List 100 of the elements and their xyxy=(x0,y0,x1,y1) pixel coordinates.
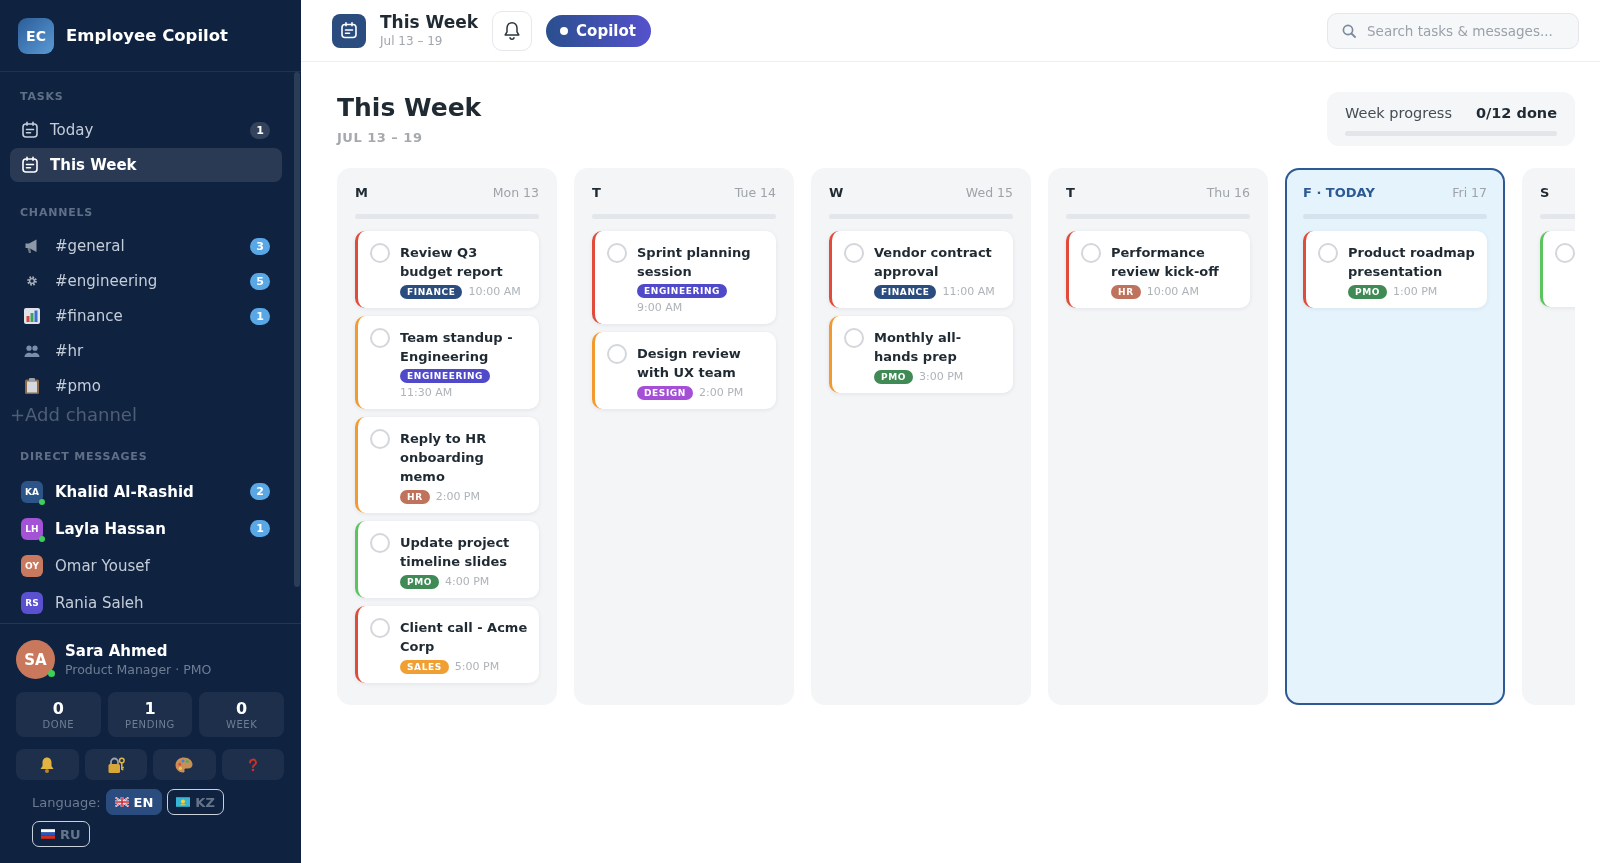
category-tag: SALES xyxy=(400,660,449,674)
date-range: Jul 13 – 19 xyxy=(380,33,444,49)
nav-item[interactable]: Today 1 xyxy=(10,113,282,147)
channel-item[interactable]: #engineering 5 xyxy=(10,264,282,298)
task-checkbox[interactable] xyxy=(1318,243,1338,263)
search-field[interactable]: Search tasks & messages... xyxy=(1327,12,1579,49)
task-time: 10:00 AM xyxy=(468,284,521,300)
task-time: 2:00 PM xyxy=(435,489,480,505)
flag-icon xyxy=(41,829,55,839)
task-time: 4:00 PM xyxy=(445,574,490,590)
copilot-button[interactable]: Copilot xyxy=(546,14,651,47)
task-time: 9:00 AM xyxy=(637,300,683,316)
megaphone-icon xyxy=(24,238,40,254)
day-label: W xyxy=(829,184,844,200)
day-date: Thu 16 xyxy=(1206,184,1250,200)
notifications-button[interactable] xyxy=(16,749,79,780)
task-title: Client call - Acme Corp xyxy=(400,619,529,656)
category-tag: ENGINEERING xyxy=(637,284,728,298)
task-card[interactable]: Update project timeline slides PMO 4:00 PM xyxy=(355,521,539,598)
task-checkbox[interactable] xyxy=(844,328,864,348)
channel-item[interactable]: #general 3 xyxy=(10,229,282,263)
task-card[interactable]: Reply to HR onboarding memo HR 2:00 PM xyxy=(355,417,539,513)
unread-count: 3 xyxy=(250,237,270,255)
status-dot xyxy=(560,26,569,35)
task-time: 10:00 AM xyxy=(1146,284,1199,300)
flag-icon xyxy=(114,797,129,807)
avatar: KA xyxy=(21,480,43,503)
notifications-button[interactable] xyxy=(492,10,533,51)
task-checkbox[interactable] xyxy=(370,328,390,348)
people-icon xyxy=(24,345,40,357)
task-checkbox[interactable] xyxy=(370,533,390,553)
task-card[interactable]: Design review with UX team DESIGN 2:00 PM xyxy=(592,332,776,409)
task-title: Update project timeline slides xyxy=(400,534,511,571)
page-title: This Week xyxy=(380,12,479,33)
task-title: Review Q3 budget report xyxy=(400,244,504,281)
task-time: 11:00 AM xyxy=(942,284,995,300)
language-button[interactable]: EN xyxy=(105,789,163,815)
app-name: Employee Copilot xyxy=(66,26,228,45)
channel-item[interactable]: #finance 1 xyxy=(10,299,282,333)
task-time: 2:00 PM xyxy=(698,385,744,401)
direct-message-item[interactable]: OY Omar Yousef xyxy=(10,547,282,584)
task-checkbox[interactable] xyxy=(844,243,864,263)
stat-label: DONE xyxy=(42,717,75,731)
task-card[interactable]: Product roadmap presentation PMO 1:00 PM xyxy=(1303,231,1487,308)
app-logo: EC xyxy=(18,17,54,54)
category-tag: HR xyxy=(1111,285,1141,299)
task-card[interactable]: Review Q3 budget report FINANCE 10:00 AM xyxy=(355,231,539,308)
task-title: Reply to HR onboarding memo xyxy=(400,430,488,486)
unread-count: 2 xyxy=(250,483,270,500)
nav-item[interactable]: This Week xyxy=(10,148,282,182)
task-checkbox[interactable] xyxy=(370,429,390,449)
stat-label: PENDING xyxy=(125,717,175,731)
stat-value: 0 xyxy=(236,698,248,718)
question-mark-icon xyxy=(247,757,258,772)
direct-message-item[interactable]: RS Rania Saleh xyxy=(10,584,282,621)
section-heading: TASKS xyxy=(19,90,65,104)
help-button[interactable] xyxy=(221,749,284,780)
clipboard-icon xyxy=(25,378,39,394)
task-checkbox[interactable] xyxy=(607,344,627,364)
date-range: JUL 13 – 19 xyxy=(337,129,424,146)
category-tag: DESIGN xyxy=(637,386,693,400)
calendar-icon xyxy=(332,13,366,48)
lock-button[interactable] xyxy=(84,749,147,780)
task-checkbox[interactable] xyxy=(370,618,390,638)
task-time: 11:30 AM xyxy=(400,385,453,401)
section-heading: CHANNELS xyxy=(19,206,95,220)
task-checkbox[interactable] xyxy=(370,243,390,263)
direct-message-item[interactable]: LH Layla Hassan 1 xyxy=(10,510,282,547)
unread-count: 5 xyxy=(250,272,270,290)
progress-label: Week progress xyxy=(1345,105,1452,121)
section-heading: DIRECT MESSAGES xyxy=(19,450,149,464)
day-date: Tue 14 xyxy=(734,184,776,200)
task-card[interactable]: Sprint planning session ENGINEERING 9:00 AM xyxy=(592,231,776,324)
channel-item[interactable]: #hr xyxy=(10,334,282,368)
task-time: 3:00 PM xyxy=(919,369,964,385)
task-checkbox[interactable] xyxy=(607,243,627,263)
gear-icon xyxy=(27,276,37,286)
avatar: LH xyxy=(21,517,43,540)
task-checkbox[interactable] xyxy=(1081,243,1101,263)
calendar-icon xyxy=(21,156,39,174)
category-tag: PMO xyxy=(874,370,913,384)
avatar: SA xyxy=(16,640,55,679)
task-card[interactable]: Client call - Acme Corp SALES 5:00 PM xyxy=(355,606,539,683)
task-title: Vendor contract approval xyxy=(874,244,993,281)
task-card[interactable]: Team standup - Engineering ENGINEERING 11:30 AM xyxy=(355,316,539,409)
channel-item[interactable]: #pmo xyxy=(10,369,282,403)
task-title: Team standup - Engineering xyxy=(400,329,514,366)
task-card[interactable]: Vendor contract approval FINANCE 11:00 AM xyxy=(829,231,1013,308)
day-label: S xyxy=(1540,184,1550,200)
task-title: Monthly all-hands prep xyxy=(874,329,963,366)
task-card[interactable]: Performance review kick-off HR 10:00 AM xyxy=(1066,231,1250,308)
task-card[interactable]: Monthly all-hands prep PMO 3:00 PM xyxy=(829,316,1013,393)
bar-chart-icon xyxy=(24,308,40,324)
day-label: T xyxy=(1066,184,1075,200)
task-checkbox[interactable] xyxy=(1555,243,1575,263)
palette-button[interactable] xyxy=(153,749,216,780)
task-time: 1:00 PM xyxy=(1393,284,1438,300)
scrollbar[interactable] xyxy=(294,72,300,587)
stat-label: WEEK xyxy=(225,717,258,731)
direct-message-item[interactable]: KA Khalid Al-Rashid 2 xyxy=(10,473,282,510)
